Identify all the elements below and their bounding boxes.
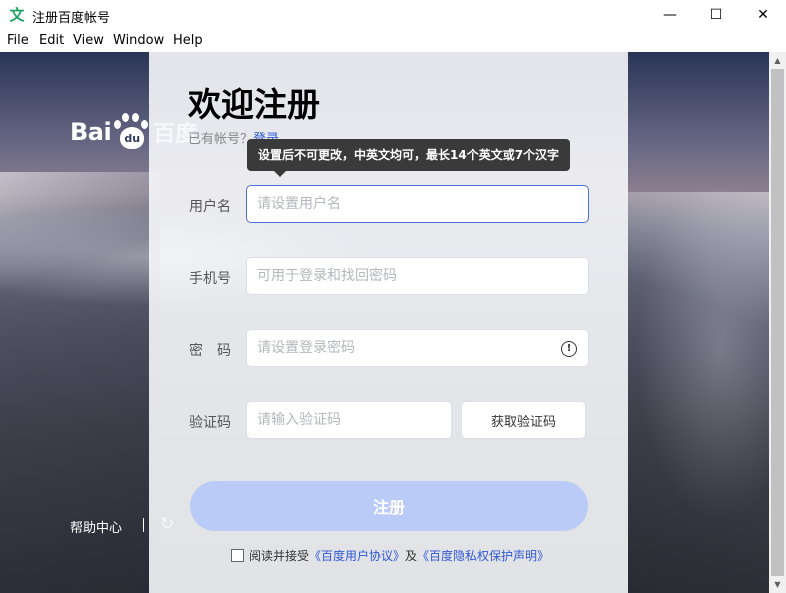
page-content: Bai du 百度 帮助中心 ↻ 欢迎注册 已有帐号？登录 设置后不可更改，中英… xyxy=(0,52,769,593)
paw-icon: du xyxy=(112,112,152,152)
vertical-scrollbar[interactable]: ▲ ▼ xyxy=(769,52,786,593)
have-account-label: 已有帐号？ xyxy=(188,132,254,147)
password-label: 密 码 xyxy=(189,343,231,359)
username-tooltip: 设置后不可更改，中英文均可，最长14个英文或7个汉字 xyxy=(247,139,571,177)
password-input[interactable] xyxy=(246,329,589,367)
menu-window[interactable]: Window xyxy=(113,33,164,48)
username-label: 用户名 xyxy=(189,199,231,215)
window-title: 注册百度帐号 xyxy=(32,11,111,26)
menu-help[interactable]: Help xyxy=(173,33,203,48)
logo-du: du xyxy=(124,132,141,145)
menu-file[interactable]: File xyxy=(7,33,29,48)
page-title: 欢迎注册 xyxy=(188,85,320,124)
scroll-down-arrow-icon[interactable]: ▼ xyxy=(769,576,786,593)
tooltip-arrow xyxy=(274,171,286,177)
password-info-icon[interactable]: ! xyxy=(561,341,577,357)
code-label: 验证码 xyxy=(189,415,231,431)
menu-bar: File Edit View Window Help xyxy=(0,30,786,52)
verification-code-input[interactable] xyxy=(246,401,452,439)
user-agreement-link[interactable]: 《百度用户协议》 xyxy=(309,547,405,564)
agree-prefix: 阅读并接受 xyxy=(249,549,310,563)
background-glacier-right xyxy=(628,192,769,593)
scroll-thumb[interactable] xyxy=(771,69,784,576)
register-panel: 欢迎注册 已有帐号？登录 设置后不可更改，中英文均可，最长14个英文或7个汉字 … xyxy=(149,52,628,593)
privacy-policy-link[interactable]: 《百度隐私权保护声明》 xyxy=(417,547,549,564)
app-icon: 文 xyxy=(9,6,25,24)
menu-edit[interactable]: Edit xyxy=(39,33,64,48)
maximize-button[interactable]: ☐ xyxy=(693,0,739,30)
title-bar: 文 注册百度帐号 — ☐ ✕ xyxy=(0,0,786,30)
get-code-button[interactable]: 获取验证码 xyxy=(461,401,586,439)
close-button[interactable]: ✕ xyxy=(740,0,786,30)
agree-and: 及 xyxy=(405,549,418,563)
agreement-checkbox[interactable] xyxy=(231,549,244,562)
agreement-row: 阅读并接受 《百度用户协议》 及 《百度隐私权保护声明》 xyxy=(231,547,549,564)
register-button[interactable]: 注册 xyxy=(190,481,588,531)
tooltip-text: 设置后不可更改，中英文均可，最长14个英文或7个汉字 xyxy=(258,148,560,162)
phone-label: 手机号 xyxy=(189,271,231,287)
menu-view[interactable]: View xyxy=(73,33,104,48)
scroll-up-arrow-icon[interactable]: ▲ xyxy=(769,52,786,69)
help-separator xyxy=(143,518,144,532)
help-center-link[interactable]: 帮助中心 xyxy=(70,517,122,536)
username-input[interactable] xyxy=(246,185,589,223)
minimize-button[interactable]: — xyxy=(647,0,693,30)
phone-input[interactable] xyxy=(246,257,589,295)
logo-latin: Bai xyxy=(70,118,112,146)
